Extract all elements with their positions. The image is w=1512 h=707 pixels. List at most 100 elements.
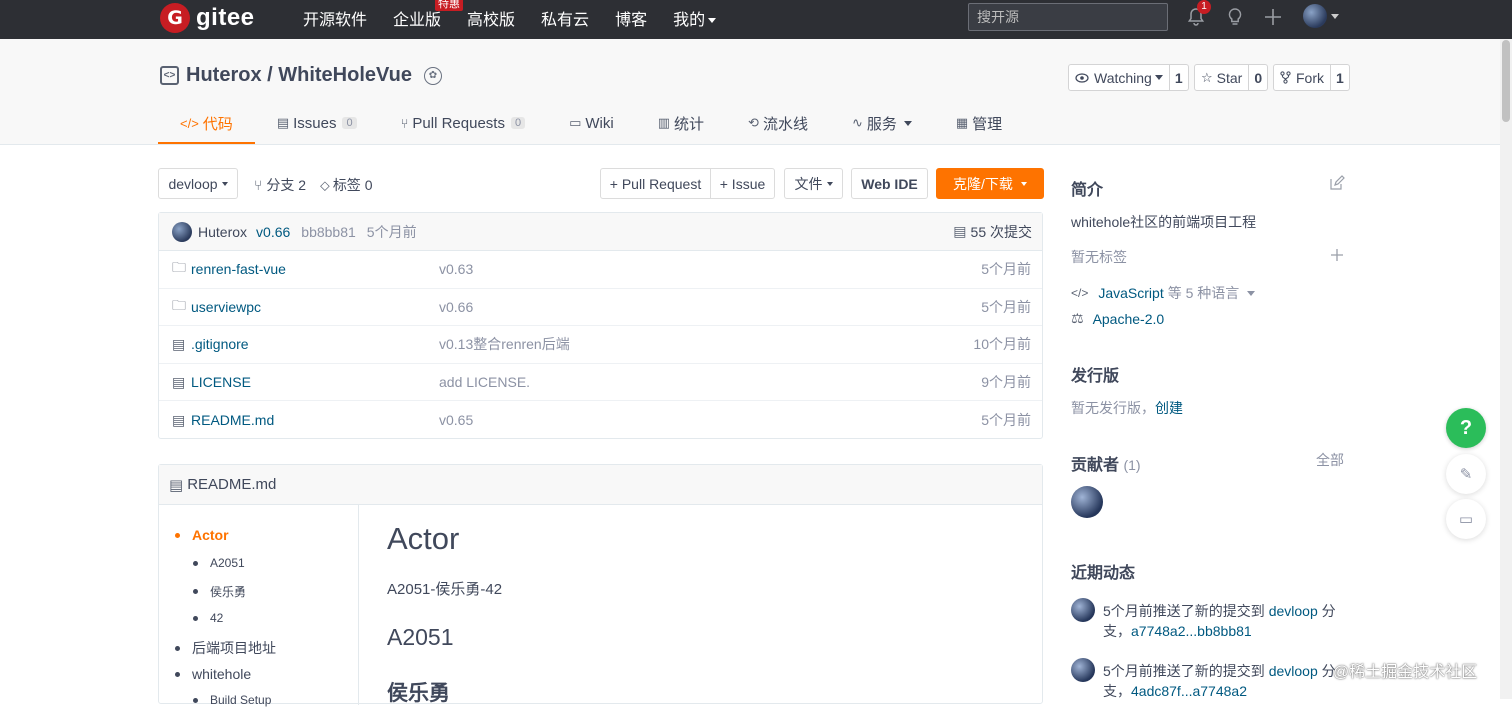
tab-label: 管理 bbox=[972, 115, 1003, 133]
file-commit-message[interactable]: v0.66 bbox=[439, 299, 473, 315]
file-name[interactable]: LICENSE bbox=[191, 374, 251, 390]
toc-label: 侯乐勇 bbox=[210, 585, 247, 599]
tab-stats[interactable]: ▥ 统计 bbox=[636, 105, 726, 141]
file-commit-message[interactable]: add LICENSE. bbox=[439, 374, 530, 390]
license-row[interactable]: ⚖ Apache-2.0 bbox=[1071, 310, 1164, 327]
tab-wiki[interactable]: ▭ Wiki bbox=[547, 105, 636, 141]
toc-item[interactable]: whitehole bbox=[175, 666, 251, 682]
file-commit-message[interactable]: v0.13整合renren后端 bbox=[439, 334, 570, 354]
file-name[interactable]: userviewpc bbox=[191, 299, 261, 315]
toc-item[interactable]: A2051 bbox=[193, 556, 245, 570]
help-button[interactable]: ? bbox=[1446, 408, 1486, 448]
create-release-link[interactable]: 创建 bbox=[1155, 400, 1183, 416]
table-row[interactable]: 🗀 userviewpc v0.66 5个月前 bbox=[159, 289, 1042, 327]
nav-item-blog[interactable]: 博客 bbox=[615, 6, 647, 30]
watch-count[interactable]: 1 bbox=[1170, 65, 1188, 90]
bullet bbox=[193, 615, 198, 621]
chevron-down-icon[interactable] bbox=[1331, 14, 1339, 19]
avatar[interactable] bbox=[1071, 598, 1095, 622]
activity-commit-range[interactable]: a7748a2...bb8bb81 bbox=[1131, 623, 1252, 639]
file-icon: ▤ bbox=[172, 373, 186, 390]
chevron-down-icon bbox=[1247, 290, 1256, 296]
watch-button[interactable]: Watching 1 bbox=[1068, 64, 1189, 91]
tab-service[interactable]: ∿ 服务 bbox=[830, 105, 934, 141]
no-tags-text: 暂无标签 bbox=[1071, 249, 1127, 265]
nav-item-mine[interactable]: 我的 bbox=[673, 6, 717, 30]
nav-item-opensource[interactable]: 开源软件 bbox=[303, 6, 367, 30]
table-row[interactable]: ▤ README.md v0.65 5个月前 bbox=[159, 401, 1042, 439]
file-name[interactable]: README.md bbox=[191, 412, 274, 428]
nav-item-private-cloud[interactable]: 私有云 bbox=[541, 6, 589, 30]
fork-button[interactable]: Fork 1 bbox=[1273, 64, 1350, 91]
file-commit-message[interactable]: v0.63 bbox=[439, 261, 473, 277]
activity-branch-link[interactable]: devloop bbox=[1269, 663, 1318, 679]
tab-issues[interactable]: ▤ Issues 0 bbox=[255, 105, 379, 141]
file-name[interactable]: .gitignore bbox=[191, 336, 249, 352]
lightbulb-icon[interactable] bbox=[1224, 6, 1246, 28]
tab-manage[interactable]: ▦ 管理 bbox=[934, 105, 1024, 141]
all-contributors-link[interactable]: 全部 bbox=[1316, 450, 1344, 470]
toc-item[interactable]: 后端项目地址 bbox=[175, 638, 276, 658]
branches-link[interactable]: ⑂ 分支 2 bbox=[254, 175, 306, 195]
avatar[interactable] bbox=[1071, 486, 1103, 518]
commit-hash[interactable]: bb8bb81 bbox=[301, 224, 356, 240]
toc-label: 后端项目地址 bbox=[192, 640, 276, 656]
tab-label: 统计 bbox=[674, 115, 705, 133]
repo-name-link[interactable]: Huterox / WhiteHoleVue bbox=[186, 64, 412, 87]
notification-count: 1 bbox=[1197, 0, 1211, 14]
star-button[interactable]: ☆ Star 0 bbox=[1194, 64, 1269, 91]
license-link[interactable]: Apache-2.0 bbox=[1093, 311, 1165, 327]
plus-icon[interactable] bbox=[1262, 6, 1284, 28]
manage-icon: ▦ bbox=[955, 115, 969, 130]
commit-message[interactable]: v0.66 bbox=[256, 224, 290, 240]
branch-select[interactable]: devloop bbox=[158, 168, 238, 199]
tab-label: 代码 bbox=[202, 116, 233, 133]
clone-download-button[interactable]: 克隆/下载 bbox=[936, 168, 1044, 199]
nav-item-enterprise[interactable]: 企业版 特惠 bbox=[393, 0, 464, 30]
commit-count-link[interactable]: ▤ 55 次提交 bbox=[953, 222, 1032, 242]
language-link[interactable]: JavaScript bbox=[1098, 285, 1163, 301]
language-row[interactable]: </> JavaScript 等 5 种语言 bbox=[1071, 283, 1256, 303]
wiki-icon: ▭ bbox=[569, 115, 582, 130]
avatar[interactable] bbox=[1071, 658, 1095, 682]
repo-badge-icon[interactable]: ✿ bbox=[423, 66, 442, 85]
readme-heading-3: 侯乐勇 bbox=[387, 682, 450, 705]
file-commit-message[interactable]: v0.65 bbox=[439, 412, 473, 428]
tab-code[interactable]: </> 代码 bbox=[158, 105, 255, 144]
nav-item-education[interactable]: 高校版 bbox=[467, 6, 515, 30]
user-avatar[interactable] bbox=[1303, 4, 1327, 28]
toc-item[interactable]: Build Setup bbox=[193, 693, 271, 707]
file-dropdown[interactable]: 文件 bbox=[784, 168, 843, 199]
contributors-count: (1) bbox=[1123, 457, 1141, 473]
fork-count[interactable]: 1 bbox=[1331, 65, 1349, 90]
tab-pull-requests[interactable]: ⑂ Pull Requests 0 bbox=[379, 105, 548, 141]
feedback-button[interactable]: ✎ bbox=[1446, 454, 1486, 494]
stats-icon: ▥ bbox=[657, 115, 671, 130]
web-ide-button[interactable]: Web IDE bbox=[851, 168, 928, 199]
issue-button[interactable]: + Issue bbox=[710, 168, 775, 199]
folder-icon: 🗀 bbox=[172, 296, 186, 313]
toc-item[interactable]: 侯乐勇 bbox=[193, 583, 246, 600]
search-input[interactable] bbox=[968, 3, 1168, 31]
avatar[interactable] bbox=[172, 221, 192, 242]
commit-author[interactable]: Huterox bbox=[198, 224, 247, 240]
scrollbar-track[interactable] bbox=[1500, 39, 1512, 699]
table-row[interactable]: ▤ LICENSE add LICENSE. 9个月前 bbox=[159, 364, 1042, 402]
edit-icon[interactable] bbox=[1329, 175, 1345, 191]
pull-request-button[interactable]: + Pull Request bbox=[600, 168, 711, 199]
chat-button[interactable]: ▭ bbox=[1446, 499, 1486, 539]
tags-link[interactable]: ⬦ 标签 0 bbox=[320, 175, 373, 195]
file-name[interactable]: renren-fast-vue bbox=[191, 261, 286, 277]
table-row[interactable]: 🗀 renren-fast-vue v0.63 5个月前 bbox=[159, 251, 1042, 289]
tab-pipeline[interactable]: ⟲ 流水线 bbox=[726, 105, 830, 141]
activity-branch-link[interactable]: devloop bbox=[1269, 603, 1318, 619]
plus-icon[interactable] bbox=[1330, 248, 1344, 262]
activity-commit-range[interactable]: 4adc87f...a7748a2 bbox=[1131, 683, 1247, 699]
scrollbar-thumb[interactable] bbox=[1502, 40, 1510, 122]
toc-item[interactable]: 42 bbox=[193, 611, 223, 625]
hot-badge: 特惠 bbox=[435, 0, 464, 11]
table-row[interactable]: ▤ .gitignore v0.13整合renren后端 10个月前 bbox=[159, 326, 1042, 364]
star-count[interactable]: 0 bbox=[1249, 65, 1267, 90]
toc-item[interactable]: Actor bbox=[175, 527, 229, 543]
gitee-logo[interactable]: G gitee bbox=[160, 2, 255, 34]
